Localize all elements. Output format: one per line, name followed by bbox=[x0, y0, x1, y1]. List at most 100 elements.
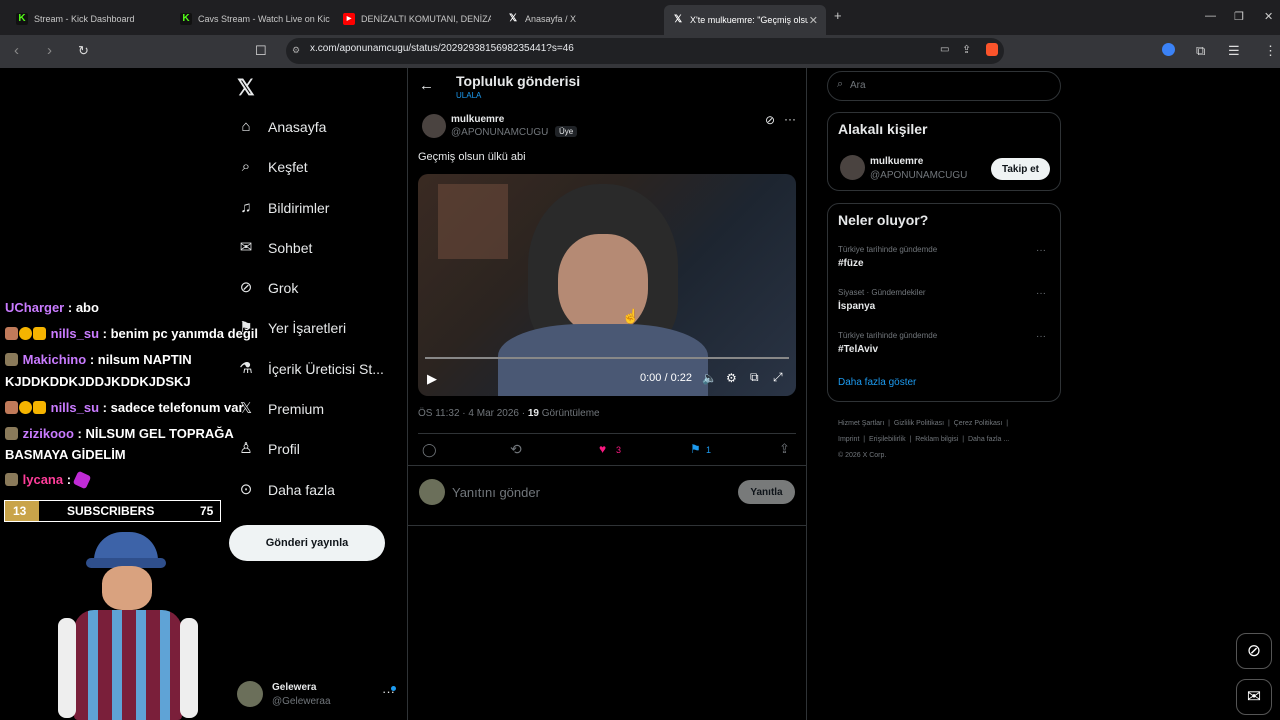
footer-link[interactable]: Daha fazla ... bbox=[968, 436, 1009, 443]
close-window-icon[interactable]: ✕ bbox=[1264, 10, 1273, 23]
nav-grok[interactable]: ⊘ Grok bbox=[237, 279, 299, 297]
browser-tab-bar: K Stream - Kick Dashboard K Cavs Stream … bbox=[0, 0, 1280, 35]
emote-icon bbox=[72, 470, 92, 490]
author-avatar[interactable] bbox=[422, 114, 446, 138]
browser-tab-active[interactable]: 𝕏 X'te mulkuemre: "Geçmiş olsu ✕ bbox=[664, 5, 826, 35]
nav-label: Grok bbox=[268, 280, 299, 296]
footer-link[interactable]: Çerez Politikası bbox=[954, 420, 1003, 427]
trend-more-icon[interactable]: ··· bbox=[1036, 331, 1046, 342]
search-box[interactable]: ⌕ Ara bbox=[827, 71, 1061, 101]
trend-context: Siyaset · Gündemdekiler bbox=[838, 288, 926, 297]
author-name[interactable]: mulkuemre bbox=[451, 114, 504, 125]
crown-badge-icon bbox=[33, 401, 46, 414]
browser-tab[interactable]: K Stream - Kick Dashboard bbox=[16, 7, 168, 31]
bookmark-filled-icon[interactable]: ⚑ bbox=[690, 442, 701, 456]
subscribers-goal: 75 bbox=[200, 504, 214, 518]
settings-icon[interactable]: ⚙ bbox=[726, 371, 737, 385]
chat-text: : benim pc yanımda değil bbox=[102, 326, 258, 341]
badge-icon bbox=[5, 353, 18, 366]
repost-icon[interactable]: ⟲ bbox=[510, 441, 522, 458]
trend-name[interactable]: İspanya bbox=[838, 301, 875, 312]
play-icon[interactable]: ▶ bbox=[427, 371, 437, 387]
author-handle[interactable]: @APONUNAMCUGU bbox=[451, 127, 548, 138]
browser-tab[interactable]: 𝕏 Anasayfa / X bbox=[507, 7, 657, 31]
minimize-icon[interactable]: — bbox=[1205, 10, 1216, 22]
site-settings-icon[interactable]: ⚙ bbox=[292, 45, 300, 56]
footer-link[interactable]: Reklam bilgisi bbox=[915, 436, 958, 443]
share-icon[interactable]: ⇪ bbox=[962, 43, 971, 56]
url-text[interactable]: x.com/aponunamcugu/status/20292938156982… bbox=[310, 43, 574, 54]
video-time: 0:00 / 0:22 bbox=[640, 372, 692, 384]
extensions-puzzle-icon[interactable]: ⧉ bbox=[1196, 43, 1205, 59]
back-icon[interactable]: ‹ bbox=[14, 42, 19, 59]
messages-float-button[interactable]: ✉ bbox=[1236, 679, 1272, 715]
trend-name[interactable]: #TelAviv bbox=[838, 344, 878, 355]
nav-premium[interactable]: 𝕏 Premium bbox=[237, 400, 324, 418]
bookmark-page-icon[interactable]: ☐ bbox=[255, 43, 267, 59]
post-video[interactable]: ▶ 0:00 / 0:22 🔈 ⚙ ⧉ ⤢ bbox=[418, 174, 796, 396]
nav-messages[interactable]: ✉ Sohbet bbox=[237, 239, 313, 257]
pip-icon[interactable]: ⧉ bbox=[750, 370, 759, 385]
back-arrow-icon[interactable]: ← bbox=[419, 77, 434, 94]
reply-icon[interactable]: ◯ bbox=[422, 442, 437, 458]
related-name[interactable]: mulkuemre bbox=[870, 156, 923, 167]
like-icon[interactable]: ♥ bbox=[599, 442, 606, 456]
post-button[interactable]: Gönderi yayınla bbox=[229, 525, 385, 561]
kick-icon: K bbox=[180, 13, 192, 25]
page-title: Topluluk gönderisi bbox=[456, 73, 581, 89]
nav-profile[interactable]: ♙ Profil bbox=[237, 440, 300, 458]
trend-more-icon[interactable]: ··· bbox=[1036, 288, 1046, 299]
follow-button[interactable]: Takip et bbox=[991, 158, 1050, 180]
notification-dot bbox=[391, 686, 396, 691]
cast-icon[interactable]: ▭ bbox=[940, 44, 949, 55]
more-circle-icon: ⊙ bbox=[239, 481, 253, 498]
nav-notifications[interactable]: ♫ Bildirimler bbox=[237, 199, 329, 217]
menu-icon[interactable]: ⋮ bbox=[1264, 43, 1277, 59]
member-badge: Üye bbox=[555, 126, 578, 137]
reply-avatar bbox=[419, 479, 445, 505]
grok-icon[interactable]: ⊘ bbox=[765, 113, 775, 127]
nav-explore[interactable]: ⌕ Keşfet bbox=[237, 158, 308, 176]
subscribers-bar: 13 SUBSCRIBERS 75 bbox=[4, 500, 221, 522]
chat-text: : abo bbox=[67, 300, 99, 315]
browser-tab[interactable]: ▶ DENİZALTI KOMUTANI, DENİZALTI SA bbox=[343, 7, 491, 31]
nav-more[interactable]: ⊙ Daha fazla bbox=[237, 481, 335, 499]
nav-creator-studio[interactable]: ⚗ İçerik Üreticisi St... bbox=[237, 360, 384, 378]
tab-title: Cavs Stream - Watch Live on Kick bbox=[198, 14, 330, 24]
nav-home[interactable]: ⌂ Anasayfa bbox=[237, 118, 326, 136]
reply-input[interactable]: Yanıtını gönder bbox=[452, 485, 540, 500]
like-count: 3 bbox=[616, 445, 622, 455]
share-icon[interactable]: ⇪ bbox=[779, 441, 790, 457]
mascot-figure bbox=[58, 528, 198, 720]
footer-link[interactable]: Imprint bbox=[838, 436, 859, 443]
forward-icon[interactable]: › bbox=[47, 42, 52, 59]
trend-name[interactable]: #füze bbox=[838, 258, 864, 269]
show-more-link[interactable]: Daha fazla göster bbox=[838, 377, 916, 388]
reply-button[interactable]: Yanıtla bbox=[738, 480, 795, 504]
volume-icon[interactable]: 🔈 bbox=[702, 371, 717, 385]
video-progress-bar[interactable] bbox=[425, 357, 789, 359]
footer-link[interactable]: Hizmet Şartları bbox=[838, 420, 884, 427]
x-logo-icon[interactable]: 𝕏 bbox=[237, 75, 255, 101]
post-more-icon[interactable]: ··· bbox=[784, 112, 796, 126]
media-queue-icon[interactable]: ☰ bbox=[1228, 43, 1240, 59]
footer-link[interactable]: Erişilebilirlik bbox=[869, 436, 906, 443]
grok-float-button[interactable]: ⊘ bbox=[1236, 633, 1272, 669]
maximize-icon[interactable]: ❐ bbox=[1234, 10, 1244, 23]
new-tab-icon[interactable]: + bbox=[834, 8, 842, 23]
account-name[interactable]: Gelewera bbox=[272, 682, 316, 693]
fullscreen-icon[interactable]: ⤢ bbox=[773, 370, 783, 385]
trend-more-icon[interactable]: ··· bbox=[1036, 245, 1046, 256]
divider bbox=[418, 433, 796, 434]
crown-badge-icon bbox=[33, 327, 46, 340]
related-avatar[interactable] bbox=[840, 155, 865, 180]
close-tab-icon[interactable]: ✕ bbox=[809, 14, 818, 27]
footer-link[interactable]: Gizlilik Politikası bbox=[894, 420, 944, 427]
search-icon: ⌕ bbox=[241, 158, 251, 175]
extension-icon[interactable] bbox=[1162, 43, 1175, 56]
community-link[interactable]: ULALA bbox=[456, 91, 481, 100]
reload-icon[interactable]: ↻ bbox=[78, 43, 89, 59]
browser-tab[interactable]: K Cavs Stream - Watch Live on Kick bbox=[180, 7, 330, 31]
brave-shield-icon[interactable] bbox=[986, 43, 998, 56]
account-avatar[interactable] bbox=[237, 681, 263, 707]
